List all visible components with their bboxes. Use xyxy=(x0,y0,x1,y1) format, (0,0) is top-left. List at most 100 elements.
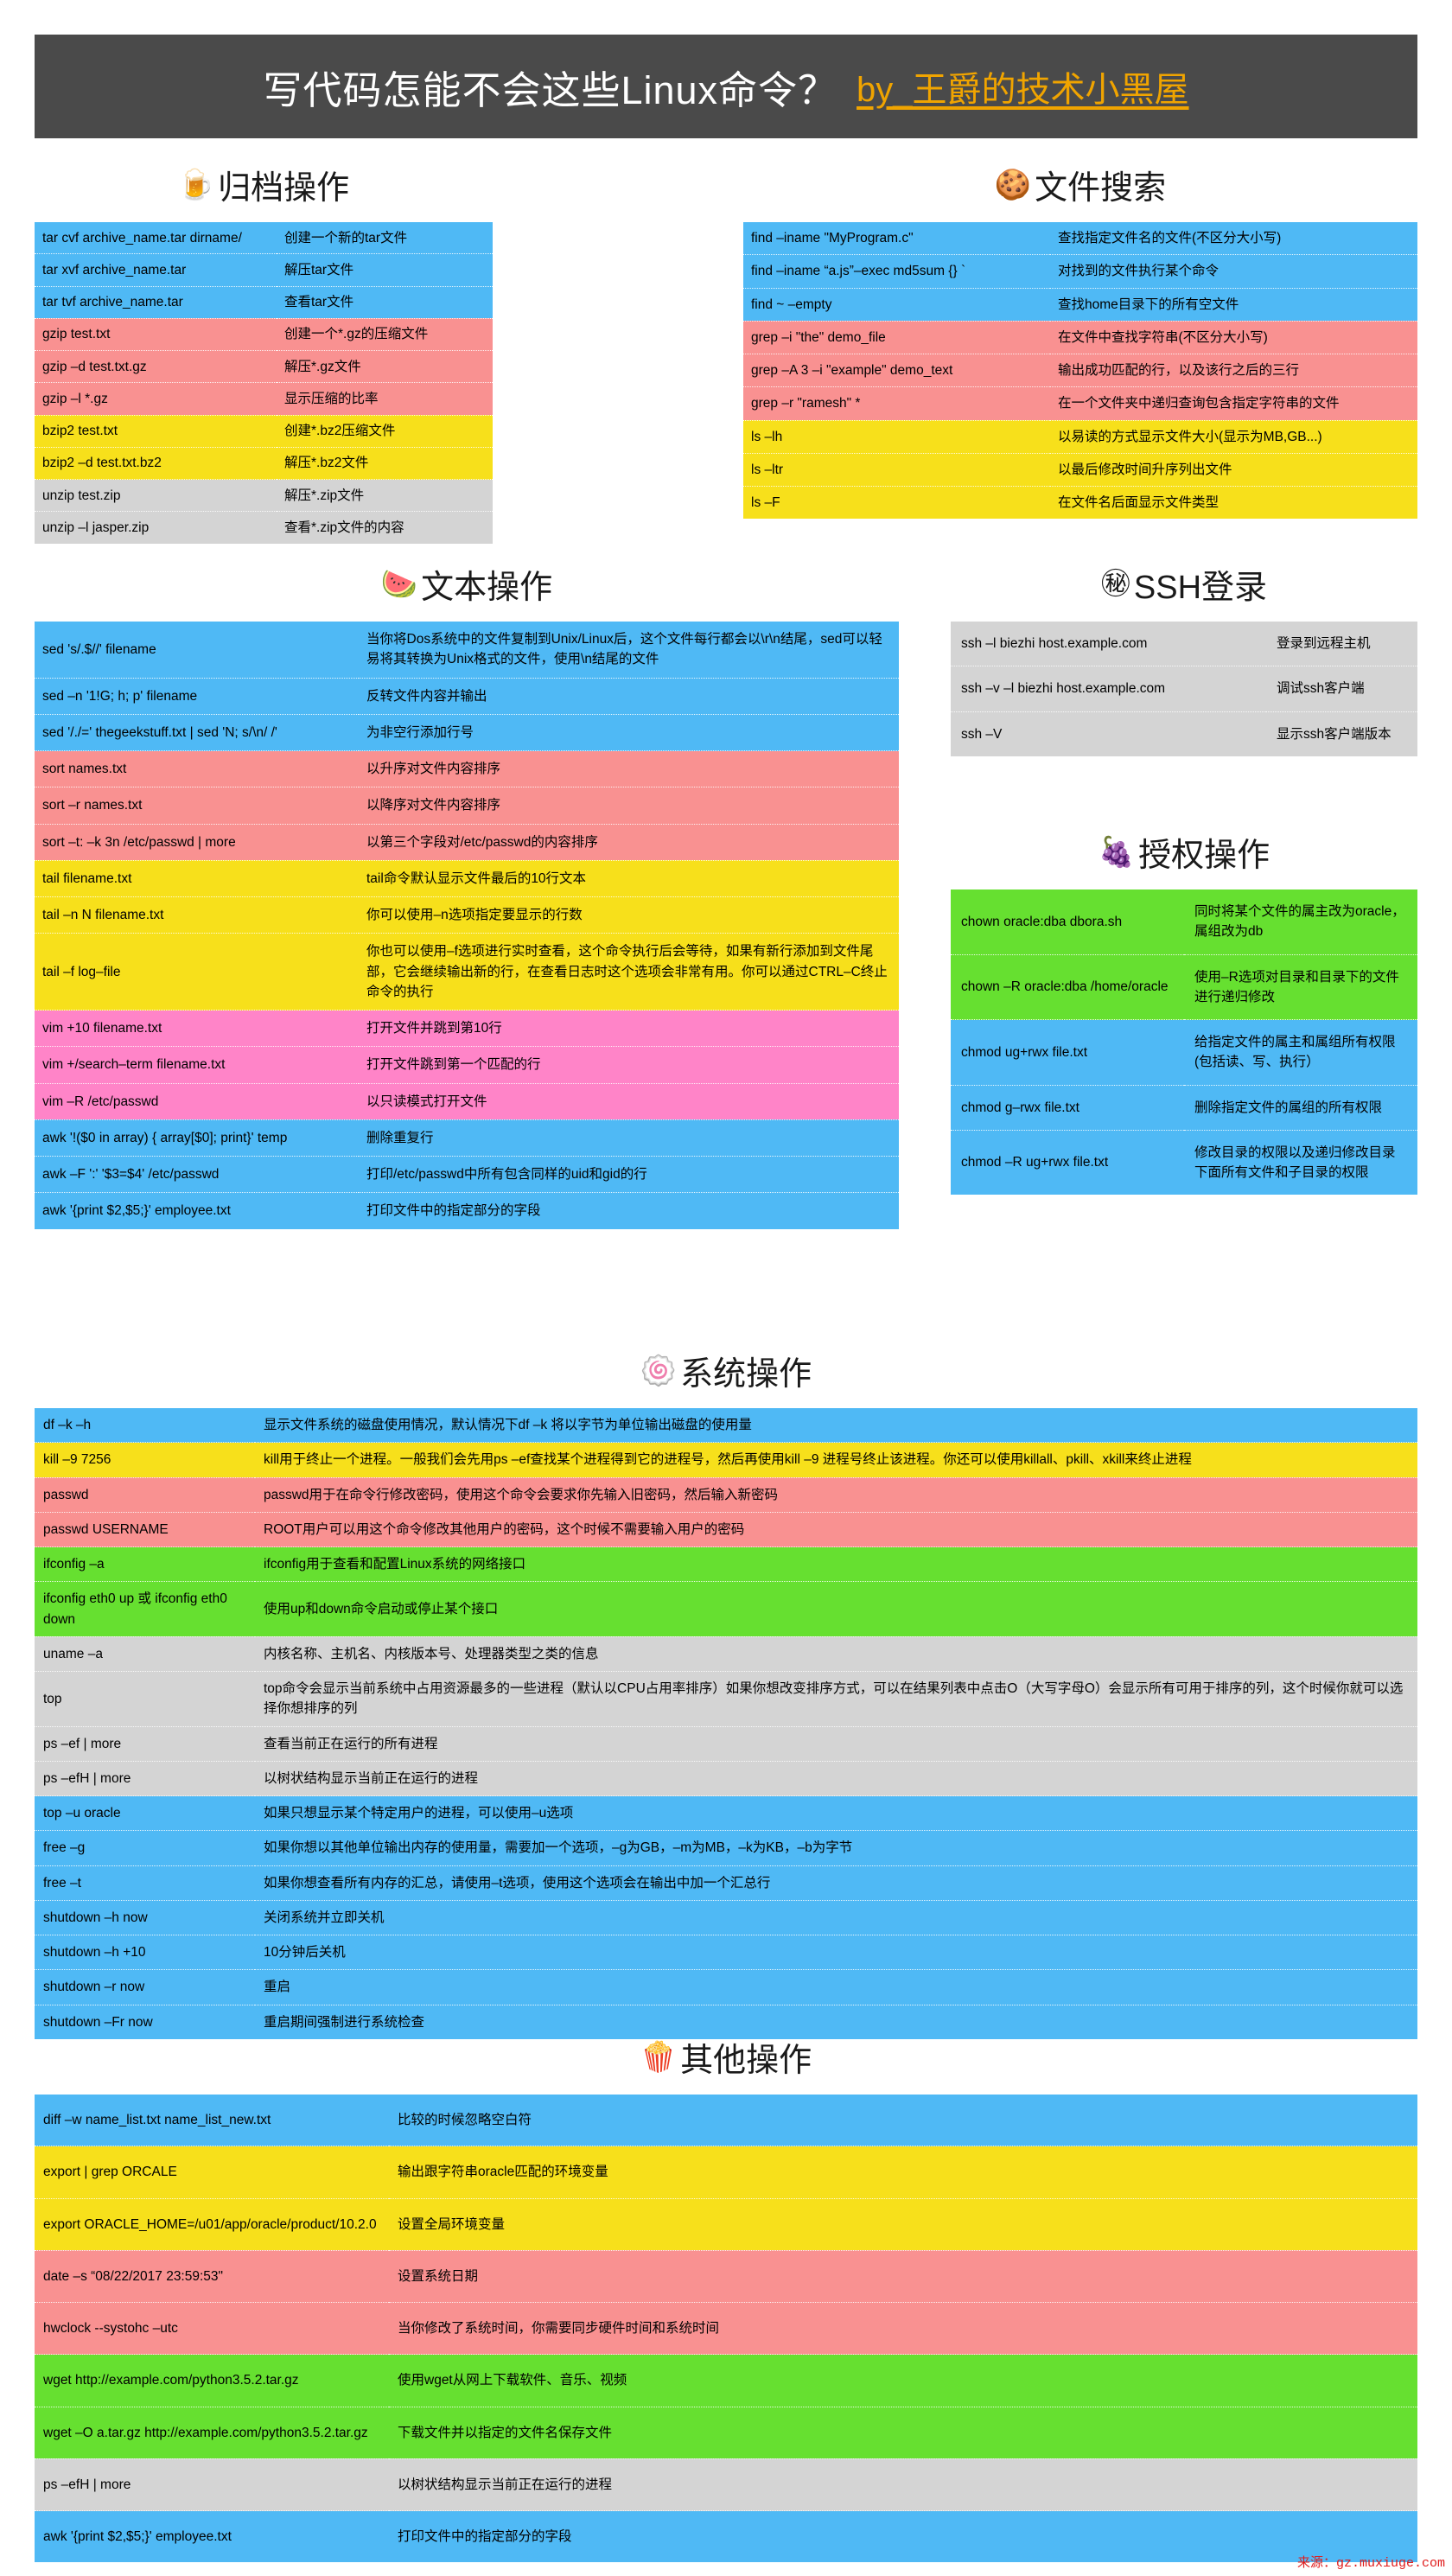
command-cell: ls –ltr xyxy=(743,453,1050,488)
description-cell: 重启 xyxy=(255,1969,1417,2005)
table-row: unzip test.zip 解压*.zip文件 xyxy=(35,479,493,513)
command-cell: gzip test.txt xyxy=(35,318,277,352)
table-row: ls –lh 以易读的方式显示文件大小(显示为MB,GB...) xyxy=(743,420,1417,454)
description-cell: 调试ssh客户端 xyxy=(1266,666,1417,712)
description-cell: 查找指定文件名的文件(不区分大小写) xyxy=(1050,222,1417,256)
table-row: awk '{print $2,$5;}' employee.txt 打印文件中的指… xyxy=(35,1192,899,1229)
table-row: ps –ef | more 查看当前正在运行的所有进程 xyxy=(35,1726,1417,1762)
command-cell: ls –F xyxy=(743,486,1050,520)
table-row: top top命令会显示当前系统中占用资源最多的一些进程（默认以CPU占用率排序）… xyxy=(35,1671,1417,1727)
command-cell: sed –n '1!G; h; p' filename xyxy=(35,678,359,715)
command-cell: export | grep ORCALE xyxy=(35,2146,389,2199)
table-row: shutdown –h now 关闭系统并立即关机 xyxy=(35,1900,1417,1936)
command-cell: sort names.txt xyxy=(35,750,359,788)
command-cell: hwclock --systohc –utc xyxy=(35,2302,389,2356)
command-cell: sort –r names.txt xyxy=(35,787,359,825)
table-row: diff –w name_list.txt name_list_new.txt 比… xyxy=(35,2095,1417,2147)
description-cell: 内核名称、主机名、内核版本号、处理器类型之类的信息 xyxy=(255,1636,1417,1673)
command-cell: ssh –V xyxy=(951,711,1266,756)
description-cell: 为非空行添加行号 xyxy=(359,714,899,752)
description-cell: 在文件名后面显示文件类型 xyxy=(1050,486,1417,520)
description-cell: 如果你想以其他单位输出内存的使用量，需要加一个选项，–g为GB，–m为MB，–k… xyxy=(255,1830,1417,1866)
command-cell: gzip –l *.gz xyxy=(35,382,277,416)
table-row: shutdown –r now 重启 xyxy=(35,1969,1417,2005)
command-cell: top xyxy=(35,1671,255,1727)
command-cell: shutdown –r now xyxy=(35,1969,255,2005)
command-cell: chmod –R ug+rwx file.txt xyxy=(951,1130,1184,1196)
command-cell: ps –efH | more xyxy=(35,1761,255,1797)
table-row: ssh –v –l biezhi host.example.com 调试ssh客户… xyxy=(951,666,1417,712)
section-other-ops: 🍿 其他操作 diff –w name_list.txt name_list_n… xyxy=(35,2033,1417,2563)
table-row: passwd USERNAME ROOT用户可以用这个命令修改其他用户的密码，这个… xyxy=(35,1512,1417,1548)
table-row: tail filename.txt tail命令默认显示文件最后的10行文本 xyxy=(35,860,899,898)
section-archive-title: 归档操作 xyxy=(218,170,350,207)
command-cell: chmod g–rwx file.txt xyxy=(951,1085,1184,1131)
fish-cake-icon: 🍥 xyxy=(640,1354,678,1387)
section-ssh-login: ㊙ SSH登录 ssh –l biezhi host.example.com 登录… xyxy=(951,560,1417,756)
table-row: tar tvf archive_name.tar 查看tar文件 xyxy=(35,286,493,319)
command-cell: kill –9 7256 xyxy=(35,1442,255,1478)
description-cell: 查找home目录下的所有空文件 xyxy=(1050,288,1417,322)
description-cell: 对找到的文件执行某个命令 xyxy=(1050,254,1417,289)
command-cell: sed 's/.$//' filename xyxy=(35,622,359,679)
description-cell: 解压*.gz文件 xyxy=(277,350,493,384)
description-cell: 删除指定文件的属组的所有权限 xyxy=(1184,1085,1417,1131)
description-cell: 在一个文件夹中递归查询包含指定字符串的文件 xyxy=(1050,386,1417,421)
description-cell: 打印文件中的指定部分的字段 xyxy=(359,1192,899,1229)
description-cell: ROOT用户可以用这个命令修改其他用户的密码，这个时候不需要输入用户的密码 xyxy=(255,1512,1417,1548)
section-system-ops: 🍥 系统操作 df –k –h 显示文件系统的磁盘使用情况，默认情况下df –k … xyxy=(35,1347,1417,2039)
section-text-ops-title: 文本操作 xyxy=(421,570,553,606)
command-cell: ps –efH | more xyxy=(35,2458,389,2512)
table-row: wget –O a.tar.gz http://example.com/pyth… xyxy=(35,2407,1417,2459)
command-cell: tar xvf archive_name.tar xyxy=(35,253,277,287)
table-row: grep –r "ramesh" * 在一个文件夹中递归查询包含指定字符串的文件 xyxy=(743,386,1417,421)
other-ops-table: diff –w name_list.txt name_list_new.txt 比… xyxy=(35,2095,1417,2563)
description-cell: 登录到远程主机 xyxy=(1266,622,1417,667)
description-cell: 解压*.zip文件 xyxy=(277,479,493,513)
section-file-search-title: 文件搜索 xyxy=(1035,170,1167,207)
command-cell: shutdown –h now xyxy=(35,1900,255,1936)
table-row: sed '/./=' thegeekstuff.txt | sed 'N; s/… xyxy=(35,714,899,752)
description-cell: 当你修改了系统时间，你需要同步硬件时间和系统时间 xyxy=(389,2302,1417,2356)
table-row: unzip –l jasper.zip 查看*.zip文件的内容 xyxy=(35,511,493,544)
table-row: sort names.txt 以升序对文件内容排序 xyxy=(35,750,899,788)
command-cell: vim –R /etc/passwd xyxy=(35,1083,359,1120)
table-row: wget http://example.com/python3.5.2.tar.… xyxy=(35,2354,1417,2407)
table-row: grep –i "the" demo_file 在文件中查找字符串(不区分大小写) xyxy=(743,321,1417,355)
infographic-page: 写代码怎能不会这些Linux命令？ by_王爵的技术小黑屋 🍺 归档操作 tar… xyxy=(0,0,1452,2576)
description-cell: 创建*.bz2压缩文件 xyxy=(277,415,493,448)
command-cell: sed '/./=' thegeekstuff.txt | sed 'N; s/… xyxy=(35,714,359,752)
description-cell: 打印文件中的指定部分的字段 xyxy=(389,2510,1417,2563)
table-row: chown oracle:dba dbora.sh 同时将某个文件的属主改为ora… xyxy=(951,889,1417,955)
description-cell: 设置全局环境变量 xyxy=(389,2198,1417,2251)
description-cell: 使用wget从网上下载软件、音乐、视频 xyxy=(389,2354,1417,2407)
command-cell: wget –O a.tar.gz http://example.com/pyth… xyxy=(35,2407,389,2459)
table-row: free –t 如果你想查看所有内存的汇总，请使用–t选项，使用这个选项会在输出中… xyxy=(35,1865,1417,1901)
table-row: gzip –l *.gz 显示压缩的比率 xyxy=(35,382,493,416)
description-cell: 当你将Dos系统中的文件复制到Unix/Linux后，这个文件每行都会以\r\n… xyxy=(359,622,899,679)
table-row: top –u oracle 如果只想显示某个特定用户的进程，可以使用–u选项 xyxy=(35,1795,1417,1832)
table-row: kill –9 7256 kill用于终止一个进程。一般我们会先用ps –ef查找… xyxy=(35,1442,1417,1478)
description-cell: 打开文件并跳到第10行 xyxy=(359,1010,899,1048)
command-cell: grep –i "the" demo_file xyxy=(743,321,1050,355)
command-cell: awk –F ':' '$3=$4' /etc/passwd xyxy=(35,1156,359,1194)
command-cell: grep –r "ramesh" * xyxy=(743,386,1050,421)
table-row: chmod –R ug+rwx file.txt 修改目录的权限以及递归修改目录下… xyxy=(951,1130,1417,1196)
popcorn-icon: 🍿 xyxy=(640,2040,678,2074)
cookie-icon: 🍪 xyxy=(994,168,1032,201)
command-cell: find –iname "MyProgram.c" xyxy=(743,222,1050,256)
description-cell: 使用–R选项对目录和目录下的文件进行递归修改 xyxy=(1184,954,1417,1020)
command-cell: bzip2 test.txt xyxy=(35,415,277,448)
command-cell: passwd xyxy=(35,1477,255,1513)
watermelon-icon: 🍉 xyxy=(380,567,418,601)
section-other-ops-heading: 🍿 其他操作 xyxy=(35,2033,1417,2081)
command-cell: ifconfig –a xyxy=(35,1546,255,1583)
table-row: tar cvf archive_name.tar dirname/创建一个新的t… xyxy=(35,222,493,255)
table-row: tail –n N filename.txt 你可以使用–n选项指定要显示的行数 xyxy=(35,896,899,934)
table-row: sort –r names.txt 以降序对文件内容排序 xyxy=(35,787,899,825)
command-cell: top –u oracle xyxy=(35,1795,255,1832)
description-cell: 以树状结构显示当前正在运行的进程 xyxy=(389,2458,1417,2512)
ssh-login-table: ssh –l biezhi host.example.com 登录到远程主机 ssh… xyxy=(951,622,1417,756)
table-row: awk '!($0 in array) { array[$0]; print}'… xyxy=(35,1119,899,1157)
description-cell: top命令会显示当前系统中占用资源最多的一些进程（默认以CPU占用率排序）如果你… xyxy=(255,1671,1417,1727)
